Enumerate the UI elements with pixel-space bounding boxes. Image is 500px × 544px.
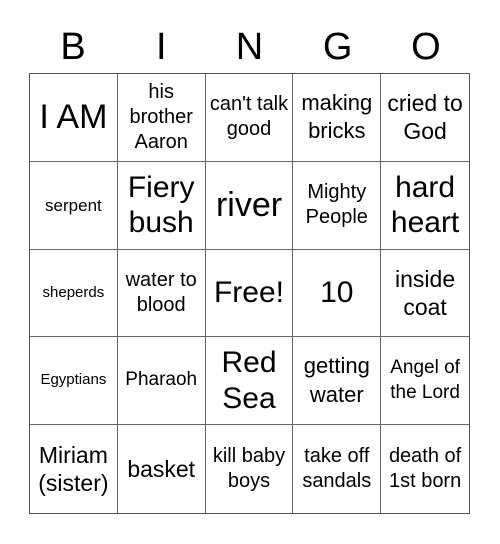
header-letter-i: I <box>156 26 167 68</box>
bingo-cell[interactable]: can't talk good <box>205 74 294 162</box>
bingo-grid: I AM his brother Aaron can't talk good m… <box>29 73 470 514</box>
bingo-cell[interactable]: take off sandals <box>293 425 382 513</box>
header-letter-g: G <box>322 26 353 68</box>
bingo-cell[interactable]: water to blood <box>117 249 206 338</box>
bingo-cell[interactable]: hard heart <box>381 162 469 250</box>
header-letter-b: B <box>60 26 86 68</box>
bingo-cell[interactable]: Red Sea <box>205 337 294 426</box>
bingo-cell[interactable]: basket <box>118 425 206 513</box>
bingo-cell[interactable]: Fiery bush <box>117 161 206 250</box>
header-letter-n: N <box>235 26 264 68</box>
free-space[interactable]: Free! <box>205 249 294 338</box>
bingo-cell[interactable]: river <box>205 161 294 250</box>
bingo-cell[interactable]: kill baby boys <box>206 425 294 513</box>
bingo-cell[interactable]: death of 1st born <box>381 425 469 513</box>
bingo-cell[interactable]: Miriam (sister) <box>30 425 118 513</box>
bingo-cell[interactable]: 10 <box>293 249 382 338</box>
header-letter-o: O <box>411 26 441 68</box>
bingo-cell[interactable]: making bricks <box>293 74 382 162</box>
bingo-cell[interactable]: I AM <box>30 74 118 162</box>
bingo-header: B I N G O <box>29 24 470 70</box>
bingo-cell[interactable]: Egyptians <box>30 337 118 426</box>
bingo-cell[interactable]: getting water <box>293 337 382 426</box>
bingo-cell[interactable]: Angel of the Lord <box>381 337 469 426</box>
bingo-cell[interactable]: serpent <box>30 161 118 250</box>
bingo-cell[interactable]: Mighty People <box>293 161 382 250</box>
bingo-cell[interactable]: inside coat <box>381 250 469 338</box>
bingo-cell[interactable]: his brother Aaron <box>117 74 206 162</box>
bingo-cell[interactable]: sheperds <box>30 249 118 338</box>
bingo-cell[interactable]: Pharaoh <box>117 337 206 426</box>
bingo-cell[interactable]: cried to God <box>381 74 469 162</box>
